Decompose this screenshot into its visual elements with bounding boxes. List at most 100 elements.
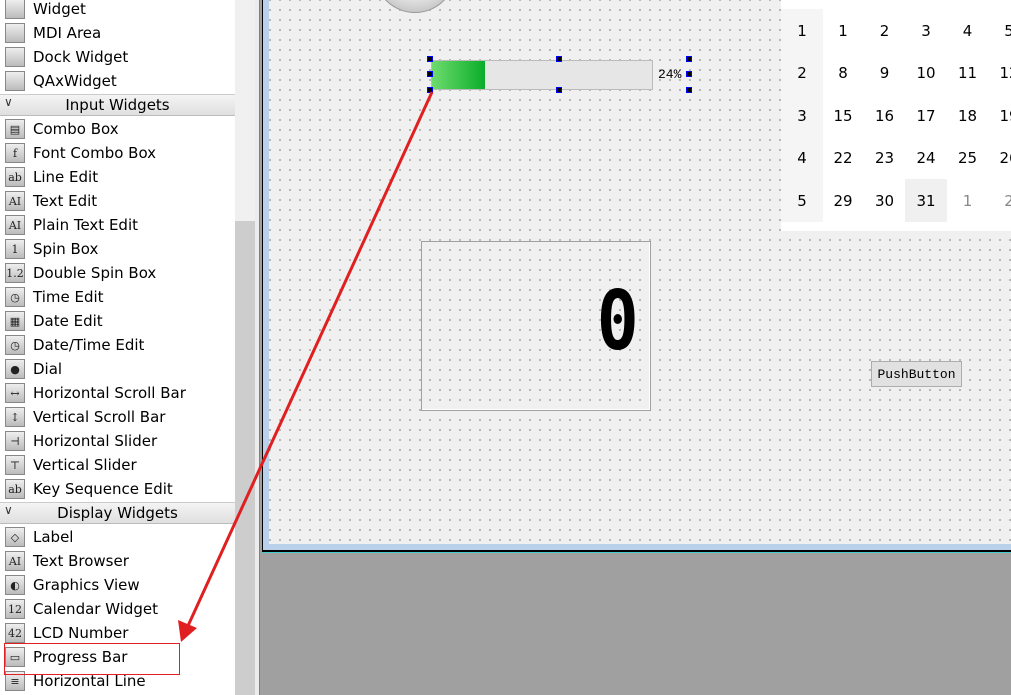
calendar-day[interactable]: 22 xyxy=(822,137,864,180)
selection-handle[interactable] xyxy=(686,71,692,77)
selection-handle[interactable] xyxy=(686,87,692,93)
widget-type-icon: AI xyxy=(5,215,25,235)
widget-item[interactable]: Widget xyxy=(0,0,235,21)
widget-item[interactable]: ⊣ Horizontal Slider xyxy=(0,429,235,453)
calendar-day[interactable]: 4 xyxy=(947,9,989,52)
widget-item[interactable]: 1.2 Double Spin Box xyxy=(0,261,235,285)
widget-item[interactable]: AI Plain Text Edit xyxy=(0,213,235,237)
widget-item[interactable]: ● Dial xyxy=(0,357,235,381)
widget-item[interactable]: ▦ Date Edit xyxy=(0,309,235,333)
form-canvas[interactable]: 24% 0 PushButton 11234528910111231516171… xyxy=(269,0,1011,544)
calendar-day[interactable]: 30 xyxy=(864,179,906,222)
calendar-day[interactable]: 24 xyxy=(905,137,947,180)
widget-item[interactable]: ▤ Combo Box xyxy=(0,117,235,141)
widget-item-label: Graphics View xyxy=(33,576,140,594)
week-number: 5 xyxy=(781,179,823,222)
calendar-day[interactable]: 12 xyxy=(988,52,1011,95)
category-header[interactable]: ∨ Input Widgets xyxy=(0,94,235,116)
widget-item-label: Key Sequence Edit xyxy=(33,480,173,498)
calendar-day[interactable]: 3 xyxy=(905,9,947,52)
selection-handle[interactable] xyxy=(556,87,562,93)
calendar-day[interactable]: 15 xyxy=(822,94,864,137)
week-number: 1 xyxy=(781,9,823,52)
selection-handle[interactable] xyxy=(427,71,433,77)
widget-type-icon: 42 xyxy=(5,623,25,643)
widget-item[interactable]: ab Key Sequence Edit xyxy=(0,477,235,501)
widget-item[interactable]: ◐ Graphics View xyxy=(0,573,235,597)
widget-item[interactable]: AI Text Edit xyxy=(0,189,235,213)
push-button[interactable]: PushButton xyxy=(871,361,962,387)
widget-item-label: Date/Time Edit xyxy=(33,336,145,354)
widget-item[interactable]: ↕ Vertical Scroll Bar xyxy=(0,405,235,429)
calendar-day[interactable]: 5 xyxy=(988,9,1011,52)
calendar-day[interactable]: 25 xyxy=(947,137,989,180)
splitter[interactable] xyxy=(255,0,260,695)
widget-type-icon: f xyxy=(5,143,25,163)
widget-box: Widget MDI Area Dock Widget QAxWidget ∨ Input… xyxy=(0,0,235,695)
category-header[interactable]: ∨ Display Widgets xyxy=(0,502,235,524)
progress-text: 24% xyxy=(658,67,682,82)
selection-handle[interactable] xyxy=(427,87,433,93)
widget-item[interactable]: 42 LCD Number xyxy=(0,621,235,645)
widget-item-label: Plain Text Edit xyxy=(33,216,138,234)
widget-type-icon: 1 xyxy=(5,239,25,259)
widget-type-icon: ↔ xyxy=(5,383,25,403)
week-number: 4 xyxy=(781,136,823,180)
widget-item-label: Vertical Slider xyxy=(33,456,137,474)
calendar-day[interactable]: 1 xyxy=(947,179,989,222)
widget-item[interactable]: 1 Spin Box xyxy=(0,237,235,261)
calendar-day[interactable]: 26 xyxy=(988,137,1011,180)
widget-item[interactable]: Dock Widget xyxy=(0,45,235,69)
widget-item[interactable]: ⊤ Vertical Slider xyxy=(0,453,235,477)
widget-type-icon: ◷ xyxy=(5,335,25,355)
calendar-day[interactable]: 31 xyxy=(905,179,947,222)
scrollbar-thumb[interactable] xyxy=(235,221,255,695)
widget-item[interactable]: f Font Combo Box xyxy=(0,141,235,165)
calendar-day[interactable]: 11 xyxy=(947,52,989,95)
widget-item-label: Text Edit xyxy=(33,192,98,210)
calendar-day[interactable]: 8 xyxy=(822,52,864,95)
widget-item[interactable]: 12 Calendar Widget xyxy=(0,597,235,621)
calendar-day[interactable]: 9 xyxy=(864,52,906,95)
widget-item-label: Horizontal Slider xyxy=(33,432,158,450)
calendar-day[interactable]: 2 xyxy=(988,179,1011,222)
widget-item[interactable]: QAxWidget xyxy=(0,69,235,93)
widget-item-label: Text Browser xyxy=(33,552,129,570)
widget-item[interactable]: ◇ Label xyxy=(0,525,235,549)
selection-handle[interactable] xyxy=(427,56,433,62)
lcd-number[interactable]: 0 xyxy=(421,241,651,411)
widget-type-icon xyxy=(5,0,25,19)
annotation-highlight-box xyxy=(4,643,180,675)
calendar-day[interactable]: 1 xyxy=(822,9,864,52)
dial-widget[interactable] xyxy=(374,0,456,13)
widget-item[interactable]: ↔ Horizontal Scroll Bar xyxy=(0,381,235,405)
chevron-down-icon: ∨ xyxy=(4,95,13,109)
widget-item[interactable]: ◷ Date/Time Edit xyxy=(0,333,235,357)
widget-item-label: Widget xyxy=(33,0,86,18)
selection-handle[interactable] xyxy=(556,56,562,62)
category-label: Input Widgets xyxy=(65,96,170,114)
widget-item-label: LCD Number xyxy=(33,624,129,642)
progress-bar[interactable] xyxy=(431,60,653,90)
calendar-day[interactable]: 16 xyxy=(864,94,906,137)
calendar-widget[interactable]: 1123452891011123151617181942223242526529… xyxy=(781,0,1011,231)
calendar-day[interactable]: 19 xyxy=(988,94,1011,137)
progress-fill xyxy=(432,61,485,89)
widget-type-icon: ◷ xyxy=(5,287,25,307)
widget-item-label: Combo Box xyxy=(33,120,119,138)
widget-item[interactable]: ◷ Time Edit xyxy=(0,285,235,309)
widget-item-label: Label xyxy=(33,528,74,546)
calendar-day[interactable]: 17 xyxy=(905,94,947,137)
widget-item-label: Double Spin Box xyxy=(33,264,157,282)
calendar-day[interactable]: 2 xyxy=(864,9,906,52)
category-label: Display Widgets xyxy=(57,504,178,522)
calendar-day[interactable]: 10 xyxy=(905,52,947,95)
calendar-day[interactable]: 18 xyxy=(947,94,989,137)
widget-item[interactable]: MDI Area xyxy=(0,21,235,45)
calendar-day[interactable]: 23 xyxy=(864,137,906,180)
sidebar-scrollbar[interactable] xyxy=(235,0,255,695)
selection-handle[interactable] xyxy=(686,56,692,62)
widget-item[interactable]: AI Text Browser xyxy=(0,549,235,573)
calendar-day[interactable]: 29 xyxy=(822,179,864,222)
widget-item[interactable]: ab Line Edit xyxy=(0,165,235,189)
